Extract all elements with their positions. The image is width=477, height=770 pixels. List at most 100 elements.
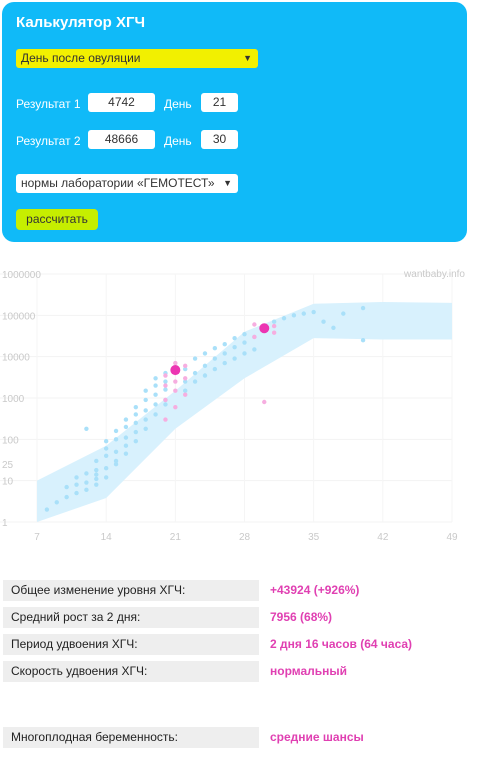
- y-tick-label: 1: [2, 518, 8, 529]
- population-point: [44, 507, 50, 512]
- population-point: [74, 490, 79, 496]
- population-point: [94, 476, 99, 482]
- population-point: [232, 344, 237, 350]
- mode-select-value: День после овуляции: [21, 51, 141, 65]
- population-point: [133, 439, 139, 444]
- population-point: [84, 480, 89, 485]
- population-point: [123, 451, 129, 456]
- lab-point: [163, 373, 168, 378]
- lab-point: [183, 392, 188, 397]
- x-tick-label: 42: [377, 532, 389, 543]
- population-point: [113, 428, 119, 434]
- lab-point: [183, 363, 188, 369]
- population-point: [242, 340, 247, 345]
- day1-label: День: [164, 97, 192, 111]
- result2-label: Результат 2: [16, 134, 81, 148]
- population-point: [84, 487, 89, 493]
- population-point: [133, 412, 139, 417]
- stat-value: средние шансы: [270, 730, 364, 744]
- population-point: [153, 376, 158, 381]
- population-point: [133, 420, 139, 426]
- population-point: [94, 472, 99, 477]
- lab-point: [183, 376, 188, 381]
- y-tick-label: 10000: [2, 353, 30, 364]
- population-point: [103, 466, 109, 471]
- population-point: [212, 346, 218, 351]
- x-tick-label: 35: [308, 532, 320, 543]
- stat-value: 2 дня 16 часов (64 часа): [270, 637, 413, 651]
- stat-row: Общее изменение уровня ХГЧ: +43924 (+926…: [3, 580, 473, 601]
- result1-input[interactable]: 4742: [88, 93, 155, 112]
- population-point: [281, 316, 287, 321]
- population-point: [74, 482, 79, 487]
- population-point: [123, 417, 129, 422]
- y-tick-label: 10: [2, 477, 14, 488]
- day1-input[interactable]: 21: [201, 93, 238, 112]
- day2-input[interactable]: 30: [201, 130, 238, 149]
- stat-value: нормальный: [270, 664, 348, 678]
- lab-point: [173, 388, 178, 393]
- lab-point: [271, 323, 277, 329]
- result-point: [170, 365, 181, 376]
- population-point: [232, 356, 237, 361]
- population-point: [212, 356, 218, 361]
- day2-label: День: [164, 134, 192, 148]
- population-point: [202, 373, 208, 378]
- population-point: [163, 379, 168, 384]
- population-point: [232, 335, 237, 341]
- x-tick-label: 21: [170, 532, 182, 543]
- population-point: [84, 426, 89, 431]
- lab-select-value: нормы лаборатории «ГЕМОТЕСТ»: [21, 176, 215, 190]
- calculator-panel: Калькулятор ХГЧ День после овуляции ▼ Ре…: [2, 2, 467, 242]
- stat-row: Средний рост за 2 дня: 7956 (68%): [3, 607, 473, 628]
- stat-value: +43924 (+926%): [270, 583, 360, 597]
- population-point: [123, 443, 129, 448]
- result2-input[interactable]: 48666: [88, 130, 155, 149]
- population-point: [103, 439, 109, 444]
- lab-point: [173, 379, 178, 384]
- population-point: [242, 351, 247, 356]
- population-point: [183, 388, 188, 393]
- population-point: [143, 408, 148, 413]
- population-point: [222, 351, 227, 356]
- stat-label: Период удвоения ХГЧ:: [3, 634, 259, 655]
- y-tick-label: 100000: [2, 311, 36, 322]
- y-tick-label: 1000000: [2, 270, 41, 281]
- result-point: [259, 323, 270, 334]
- population-point: [202, 363, 208, 369]
- population-point: [321, 319, 326, 324]
- population-point: [103, 446, 109, 451]
- result1-label: Результат 1: [16, 97, 81, 111]
- x-tick-label: 14: [101, 532, 113, 543]
- population-point: [133, 429, 139, 435]
- population-point: [94, 467, 99, 473]
- population-point: [123, 424, 129, 430]
- stat-label: Скорость удвоения ХГЧ:: [3, 661, 259, 682]
- population-point: [103, 453, 109, 458]
- population-point: [192, 356, 198, 361]
- population-point: [271, 319, 277, 324]
- y-tick-label: 1000: [2, 394, 25, 405]
- population-point: [113, 449, 119, 454]
- calculate-button[interactable]: рассчитать: [16, 209, 98, 230]
- population-point: [113, 437, 119, 442]
- lab-point: [163, 397, 168, 403]
- lab-select[interactable]: нормы лаборатории «ГЕМОТЕСТ» ▼: [16, 174, 238, 193]
- population-point: [192, 370, 198, 376]
- population-point: [133, 404, 139, 410]
- population-point: [163, 402, 168, 407]
- population-point: [153, 392, 158, 397]
- mode-select[interactable]: День после овуляции ▼: [16, 49, 258, 68]
- stat-label: Многоплодная беременность:: [3, 727, 259, 748]
- population-point: [212, 366, 218, 372]
- calculator-title: Калькулятор ХГЧ: [16, 14, 146, 31]
- x-tick-label: 49: [446, 532, 458, 543]
- y-tick-label: 100: [2, 435, 19, 446]
- population-point: [143, 426, 148, 431]
- lab-point: [252, 334, 257, 340]
- population-point: [123, 435, 129, 440]
- population-point: [301, 311, 306, 316]
- population-point: [252, 347, 257, 352]
- stat-value: 7956 (68%): [270, 610, 333, 624]
- population-point: [143, 397, 148, 403]
